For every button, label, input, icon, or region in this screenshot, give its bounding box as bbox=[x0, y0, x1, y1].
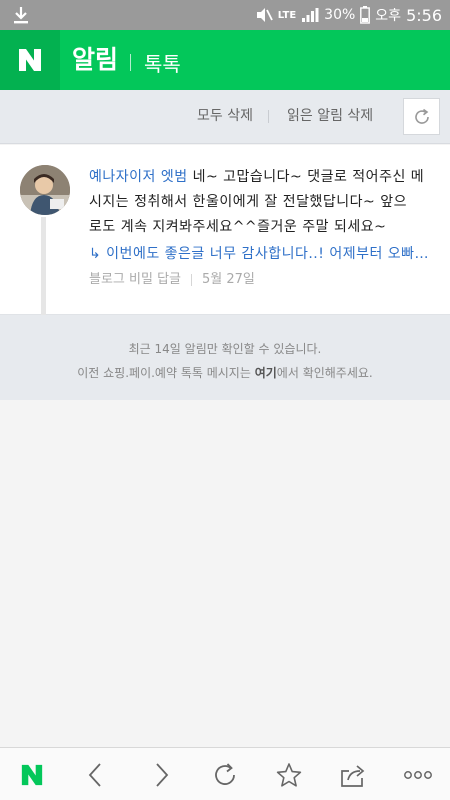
message-line-1: 네~ 고맙습니다~ 댓글로 적어주신 메 bbox=[187, 169, 425, 185]
info-line-2-post: 에서 확인해주세요. bbox=[276, 366, 373, 380]
share-icon bbox=[341, 764, 365, 787]
page-refresh-button[interactable] bbox=[193, 748, 257, 800]
notification-source: 블로그 비밀 답글 bbox=[89, 272, 181, 287]
naver-home-icon bbox=[21, 764, 43, 785]
app-header: 알림 톡톡 bbox=[0, 30, 450, 90]
info-line-2: 이전 쇼핑.페이.예약 톡톡 메시지는 여기에서 확인해주세요. bbox=[0, 364, 450, 382]
notification-message: 예나자이저 엣범 네~ 고맙습니다~ 댓글로 적어주신 메 시지는 정취해서 한… bbox=[89, 165, 434, 240]
page-title: 알림 bbox=[72, 45, 119, 74]
share-button[interactable] bbox=[321, 748, 385, 800]
header-divider bbox=[130, 54, 131, 71]
naver-logo-button[interactable] bbox=[0, 30, 60, 90]
delete-all-button[interactable]: 모두 삭제 bbox=[197, 106, 253, 126]
notification-body: 예나자이저 엣범 네~ 고맙습니다~ 댓글로 적어주신 메 시지는 정취해서 한… bbox=[89, 165, 434, 290]
naver-logo-icon bbox=[19, 49, 41, 71]
naver-home-button[interactable] bbox=[0, 748, 64, 800]
refresh-button[interactable] bbox=[403, 98, 440, 135]
signal-icon bbox=[302, 8, 319, 22]
more-button[interactable] bbox=[386, 748, 450, 800]
mute-icon bbox=[256, 8, 273, 22]
forward-icon bbox=[156, 762, 169, 787]
message-line-2: 시지는 정취해서 한울이에게 잘 전달했답니다~ 앞으 bbox=[89, 194, 407, 210]
action-divider bbox=[268, 110, 269, 123]
tab-talktalk[interactable]: 톡톡 bbox=[144, 49, 181, 79]
network-type: LTE bbox=[277, 9, 297, 21]
original-comment[interactable]: ↳ 이번에도 좋은글 너무 감사합니다..! 어제부터 오빠… bbox=[89, 242, 434, 266]
status-bar: LTE 30% 오후 5:56 bbox=[0, 0, 450, 30]
more-icon bbox=[404, 770, 432, 779]
bookmark-button[interactable] bbox=[257, 748, 321, 800]
timeline-line bbox=[41, 217, 46, 315]
info-line-1: 최근 14일 알림만 확인할 수 있습니다. bbox=[128, 342, 322, 356]
bottom-toolbar bbox=[0, 747, 450, 800]
clock-time: 5:56 bbox=[406, 5, 442, 25]
clock-ampm: 오후 bbox=[375, 8, 402, 24]
action-bar: 모두 삭제 읽은 알림 삭제 bbox=[0, 90, 450, 144]
notification-date: 5월 27일 bbox=[202, 272, 255, 287]
forward-button[interactable] bbox=[129, 748, 193, 800]
refresh-icon bbox=[414, 108, 429, 124]
back-button[interactable] bbox=[64, 748, 128, 800]
battery-percent: 30% bbox=[324, 7, 356, 23]
notification-item[interactable]: 예나자이저 엣범 네~ 고맙습니다~ 댓글로 적어주신 메 시지는 정취해서 한… bbox=[0, 145, 450, 315]
here-link[interactable]: 여기 bbox=[255, 366, 277, 380]
info-line-2-pre: 이전 쇼핑.페이.예약 톡톡 메시지는 bbox=[77, 366, 255, 380]
bookmark-star-icon bbox=[276, 762, 302, 787]
back-icon bbox=[88, 762, 101, 787]
avatar bbox=[20, 165, 70, 215]
notification-meta: 블로그 비밀 답글 5월 27일 bbox=[89, 270, 434, 290]
notification-author[interactable]: 예나자이저 엣범 bbox=[89, 169, 188, 185]
battery-icon bbox=[360, 6, 371, 24]
refresh-icon bbox=[215, 762, 235, 785]
delete-read-button[interactable]: 읽은 알림 삭제 bbox=[287, 106, 373, 126]
info-notice: 최근 14일 알림만 확인할 수 있습니다. 이전 쇼핑.페이.예약 톡톡 메시… bbox=[0, 315, 450, 400]
meta-divider bbox=[191, 274, 192, 286]
message-line-3: 로도 계속 지켜봐주세요^^즐거운 주말 되세요~ bbox=[89, 219, 387, 235]
download-icon bbox=[14, 7, 28, 24]
